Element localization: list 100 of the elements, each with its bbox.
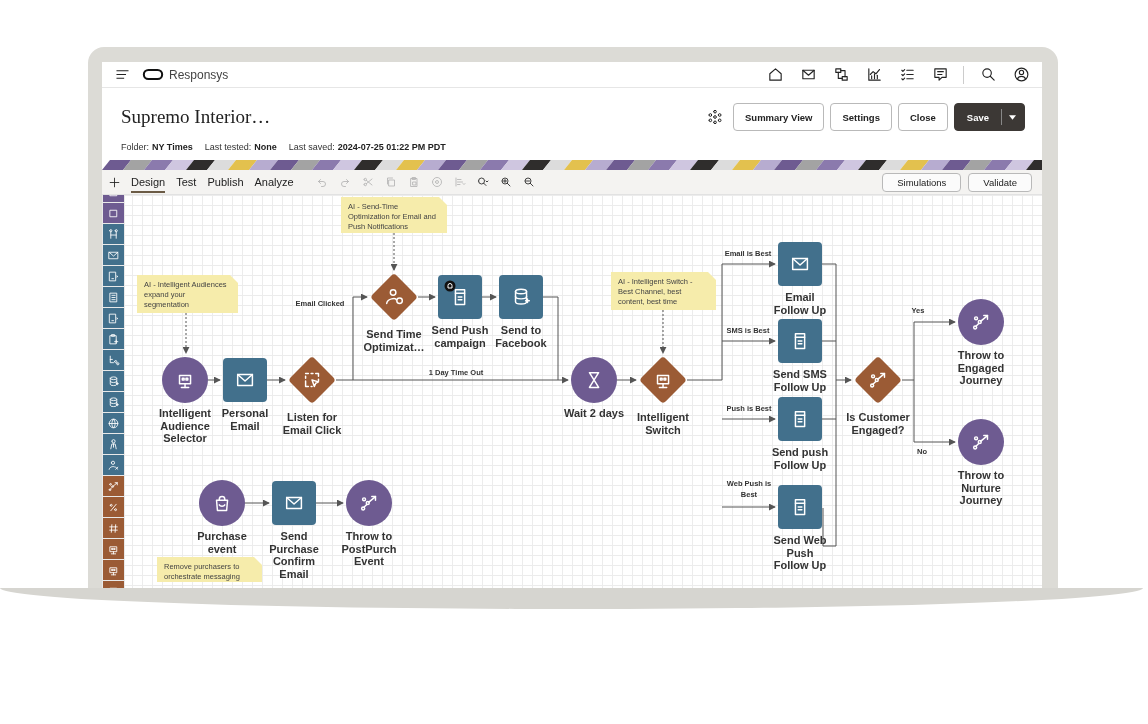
node-label: Send Push campaign — [430, 324, 490, 349]
meta-label: Folder: — [121, 142, 149, 152]
palette-button[interactable] — [103, 350, 124, 370]
menu-icon[interactable] — [115, 67, 130, 82]
zoom-out-icon[interactable] — [522, 176, 535, 188]
event-node[interactable] — [345, 479, 393, 527]
palette-button[interactable] — [103, 245, 124, 265]
action-node[interactable] — [436, 273, 484, 321]
palette-button[interactable] — [103, 371, 124, 391]
action-node[interactable] — [221, 356, 269, 404]
palette-button[interactable] — [103, 224, 124, 244]
toolbar-button[interactable]: Simulations — [882, 172, 962, 192]
bag-icon — [215, 495, 229, 512]
home-icon[interactable] — [767, 66, 784, 83]
palette-button[interactable] — [103, 329, 124, 349]
page-title: Supremo Interior… — [121, 106, 271, 128]
checklist-icon[interactable] — [899, 66, 916, 83]
person-icon — [107, 437, 120, 451]
palette-button[interactable] — [103, 287, 124, 307]
palette-button[interactable] — [103, 476, 124, 496]
node-label: Email Follow Up — [772, 291, 828, 316]
logo-icon — [142, 68, 164, 81]
palette-button[interactable] — [103, 203, 124, 223]
save-button[interactable]: Save — [953, 103, 1025, 131]
event-node[interactable] — [161, 356, 209, 404]
flow-icon[interactable] — [833, 66, 850, 83]
add-icon[interactable] — [108, 175, 121, 189]
search-icon[interactable] — [980, 66, 997, 83]
phone-icon — [454, 288, 466, 306]
action-button[interactable]: Close — [897, 103, 948, 131]
action-node[interactable] — [776, 395, 824, 443]
node-label: Send Purchase Confirm Email — [268, 530, 320, 580]
node-label: Listen for Email Click — [281, 411, 343, 436]
palette-button[interactable] — [103, 392, 124, 412]
palette-button[interactable] — [103, 497, 124, 517]
event-node[interactable] — [198, 479, 246, 527]
chart-icon[interactable] — [866, 66, 883, 83]
tab[interactable]: Test — [176, 171, 197, 193]
connector-arrow — [244, 499, 270, 507]
node-label: Purchase event — [196, 530, 248, 555]
tab[interactable]: Analyze — [254, 171, 294, 193]
zoom-icon[interactable] — [476, 176, 489, 188]
person-remove-icon — [107, 458, 120, 472]
action-node[interactable] — [776, 240, 824, 288]
caret-icon — [1009, 114, 1016, 120]
event-node[interactable] — [957, 298, 1005, 346]
meta-value: None — [254, 142, 277, 152]
tree-icon — [107, 353, 120, 367]
branch-icon — [869, 372, 886, 388]
mail-icon — [791, 257, 809, 271]
action-node[interactable] — [270, 479, 318, 527]
zoom-in-icon[interactable] — [499, 176, 512, 188]
person-clock-icon — [385, 288, 404, 305]
tab[interactable]: Design — [131, 171, 166, 193]
brand-name: Responsys — [169, 67, 229, 82]
node-label: Send Web Push Follow Up — [772, 534, 828, 572]
badge-icon — [444, 280, 456, 292]
node-label: Throw to PostPurch Event — [340, 530, 398, 568]
palette-button[interactable] — [103, 434, 124, 454]
meta-label: Last tested: — [204, 142, 252, 152]
phone-icon — [794, 332, 806, 350]
connector-arrow — [835, 376, 852, 384]
palette-button[interactable] — [103, 455, 124, 475]
comment-icon[interactable] — [932, 66, 949, 83]
decision-node[interactable] — [639, 356, 687, 404]
palette-button[interactable] — [103, 518, 124, 538]
action-node[interactable] — [776, 317, 824, 365]
palette-button[interactable] — [103, 308, 124, 328]
hub-icon[interactable] — [707, 109, 724, 125]
event-node[interactable] — [570, 356, 618, 404]
action-node[interactable] — [776, 483, 824, 531]
node-label: Is Customer Engaged? — [845, 411, 911, 436]
node-label: Send push Follow Up — [770, 446, 830, 471]
palette-button[interactable] — [103, 560, 124, 580]
toolbar-button[interactable]: Validate — [968, 172, 1032, 192]
connector-arrow — [481, 293, 497, 301]
action-button[interactable]: Summary View — [733, 103, 825, 131]
decision-node[interactable] — [288, 356, 336, 404]
event-node[interactable] — [957, 418, 1005, 466]
document-icon — [107, 311, 120, 325]
palette-button[interactable] — [103, 413, 124, 433]
connector-arrow — [266, 376, 286, 384]
branch-icon — [360, 495, 377, 511]
user-icon[interactable] — [1013, 66, 1030, 83]
decision-node[interactable] — [854, 356, 902, 404]
database-icon — [514, 288, 531, 305]
document-icon — [107, 290, 120, 304]
meta-value: 2024-07-25 01:22 PM PDT — [337, 142, 446, 152]
action-node[interactable] — [497, 273, 545, 321]
node-label: Send Time Optimizat… — [362, 328, 426, 353]
connector-arrow — [913, 379, 956, 446]
mail-icon — [285, 496, 303, 510]
dashed-connector — [182, 312, 190, 354]
connector-arrow — [901, 318, 956, 381]
palette-button[interactable] — [103, 539, 124, 559]
action-button[interactable]: Settings — [830, 103, 892, 131]
document-icon — [107, 269, 120, 283]
connector-arrow — [721, 415, 776, 423]
palette-button[interactable] — [103, 266, 124, 286]
tab[interactable]: Publish — [207, 171, 244, 193]
